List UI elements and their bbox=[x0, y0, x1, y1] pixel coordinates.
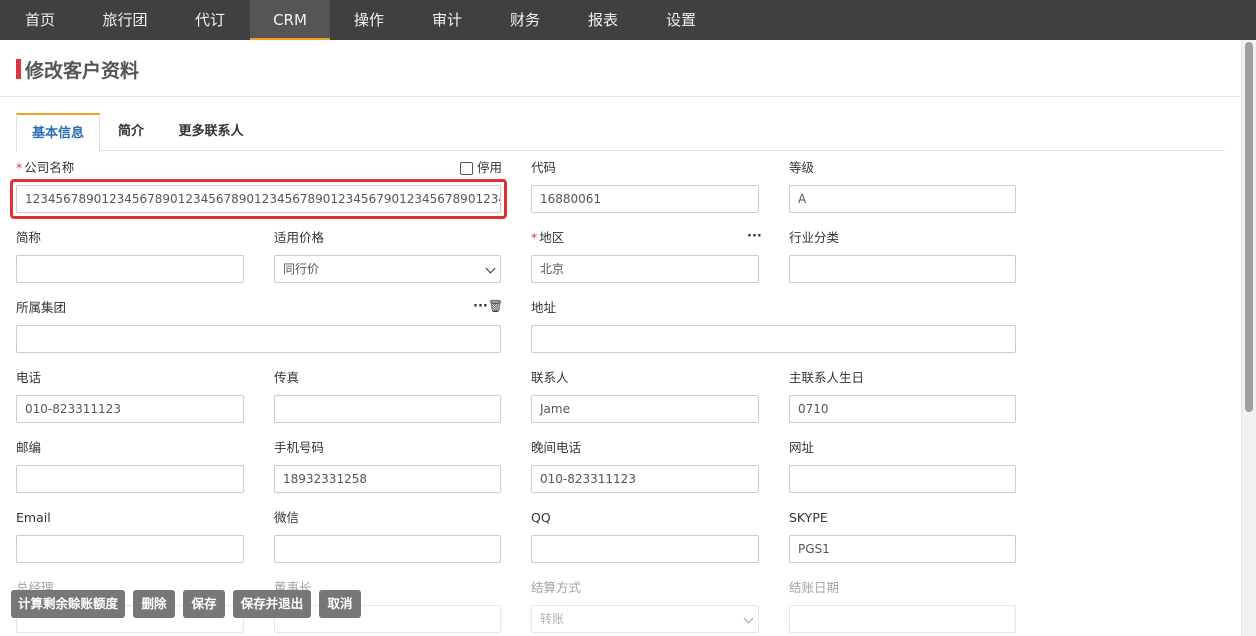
top-nav: 首页 旅行团 代订 CRM 操作 审计 财务 报表 设置 bbox=[0, 0, 1256, 40]
tab-more-contacts[interactable]: 更多联系人 bbox=[171, 113, 251, 151]
zip-label: 邮编 bbox=[16, 440, 42, 455]
qq-label: QQ bbox=[531, 510, 551, 525]
region-more-icon[interactable]: ··· bbox=[747, 229, 762, 244]
tab-bar: 基本信息 简介 更多联系人 bbox=[16, 113, 1225, 152]
disabled-label: 停用 bbox=[477, 160, 503, 175]
tab-basic-info[interactable]: 基本信息 bbox=[16, 113, 100, 152]
region-label: * 地区 bbox=[531, 230, 565, 245]
price-select[interactable]: 同行价 bbox=[274, 255, 501, 283]
company-name-input[interactable]: 1234567890123456789012345678901234567890… bbox=[16, 185, 501, 213]
price-label: 适用价格 bbox=[274, 230, 325, 245]
page-header bbox=[0, 40, 1241, 97]
save-button[interactable]: 保存 bbox=[183, 590, 225, 618]
website-label: 网址 bbox=[789, 440, 815, 455]
phone-input[interactable]: 010-823311123 bbox=[16, 395, 244, 423]
address-input[interactable] bbox=[531, 325, 1016, 353]
chevron-down-icon bbox=[485, 263, 496, 274]
industry-input[interactable] bbox=[789, 255, 1016, 283]
region-input[interactable]: 北京 bbox=[531, 255, 759, 283]
website-input[interactable] bbox=[789, 465, 1016, 493]
nav-crm[interactable]: CRM bbox=[250, 0, 330, 40]
group-more-icon[interactable]: ··· bbox=[473, 299, 488, 314]
company-name-label: * 公司名称 bbox=[16, 160, 75, 175]
nav-booking[interactable]: 代订 bbox=[175, 0, 245, 40]
short-name-input[interactable] bbox=[16, 255, 244, 283]
vertical-scrollbar[interactable] bbox=[1241, 40, 1256, 636]
birthday-input[interactable]: 0710 bbox=[789, 395, 1016, 423]
qq-input[interactable] bbox=[531, 535, 759, 563]
title-accent-bar bbox=[16, 59, 21, 79]
nav-audit[interactable]: 审计 bbox=[413, 0, 481, 40]
nav-finance[interactable]: 财务 bbox=[491, 0, 559, 40]
group-label: 所属集团 bbox=[16, 300, 67, 315]
email-input[interactable] bbox=[16, 535, 244, 563]
contact-input[interactable]: Jame bbox=[531, 395, 759, 423]
price-select-value: 同行价 bbox=[283, 262, 320, 276]
wechat-input[interactable] bbox=[274, 535, 501, 563]
disabled-checkbox[interactable] bbox=[460, 162, 473, 175]
grade-label: 等级 bbox=[789, 160, 815, 175]
skype-input[interactable]: PGS1 bbox=[789, 535, 1016, 563]
nav-reports[interactable]: 报表 bbox=[569, 0, 637, 40]
address-label: 地址 bbox=[531, 300, 557, 315]
wechat-label: 微信 bbox=[274, 510, 300, 525]
contact-label: 联系人 bbox=[531, 370, 569, 385]
evening-phone-label: 晚间电话 bbox=[531, 440, 582, 455]
settle-method-label: 结算方式 bbox=[531, 580, 582, 595]
settle-method-select[interactable]: 转账 bbox=[531, 605, 759, 633]
save-exit-button[interactable]: 保存并退出 bbox=[233, 590, 311, 618]
calc-credit-button[interactable]: 计算剩余赊账额度 bbox=[11, 590, 125, 618]
settle-date-label: 结账日期 bbox=[789, 580, 840, 595]
tab-intro[interactable]: 简介 bbox=[108, 113, 154, 151]
settle-method-value: 转账 bbox=[540, 612, 565, 626]
page-title: 修改客户资料 bbox=[25, 60, 140, 82]
fax-label: 传真 bbox=[274, 370, 300, 385]
cancel-button[interactable]: 取消 bbox=[319, 590, 361, 618]
nav-settings[interactable]: 设置 bbox=[647, 0, 715, 40]
code-label: 代码 bbox=[531, 160, 557, 175]
evening-phone-input[interactable]: 010-823311123 bbox=[531, 465, 759, 493]
fax-input[interactable] bbox=[274, 395, 501, 423]
delete-button[interactable]: 删除 bbox=[133, 590, 175, 618]
settle-date-input[interactable] bbox=[789, 605, 1016, 633]
nav-tour-group[interactable]: 旅行团 bbox=[85, 0, 165, 40]
trash-icon[interactable]: 🗑 bbox=[488, 299, 503, 313]
zip-input[interactable] bbox=[16, 465, 244, 493]
chevron-down-icon bbox=[743, 613, 754, 624]
skype-label: SKYPE bbox=[789, 510, 828, 525]
mobile-input[interactable]: 18932331258 bbox=[274, 465, 501, 493]
phone-label: 电话 bbox=[16, 370, 42, 385]
short-name-label: 简称 bbox=[16, 230, 42, 245]
grade-input[interactable]: A bbox=[789, 185, 1016, 213]
code-input[interactable]: 16880061 bbox=[531, 185, 759, 213]
birthday-label: 主联系人生日 bbox=[789, 370, 865, 385]
nav-home[interactable]: 首页 bbox=[10, 0, 70, 40]
nav-operation[interactable]: 操作 bbox=[335, 0, 403, 40]
industry-label: 行业分类 bbox=[789, 230, 840, 245]
mobile-label: 手机号码 bbox=[274, 440, 325, 455]
email-label: Email bbox=[16, 510, 51, 525]
scrollbar-thumb[interactable] bbox=[1245, 42, 1253, 412]
group-input[interactable] bbox=[16, 325, 501, 353]
